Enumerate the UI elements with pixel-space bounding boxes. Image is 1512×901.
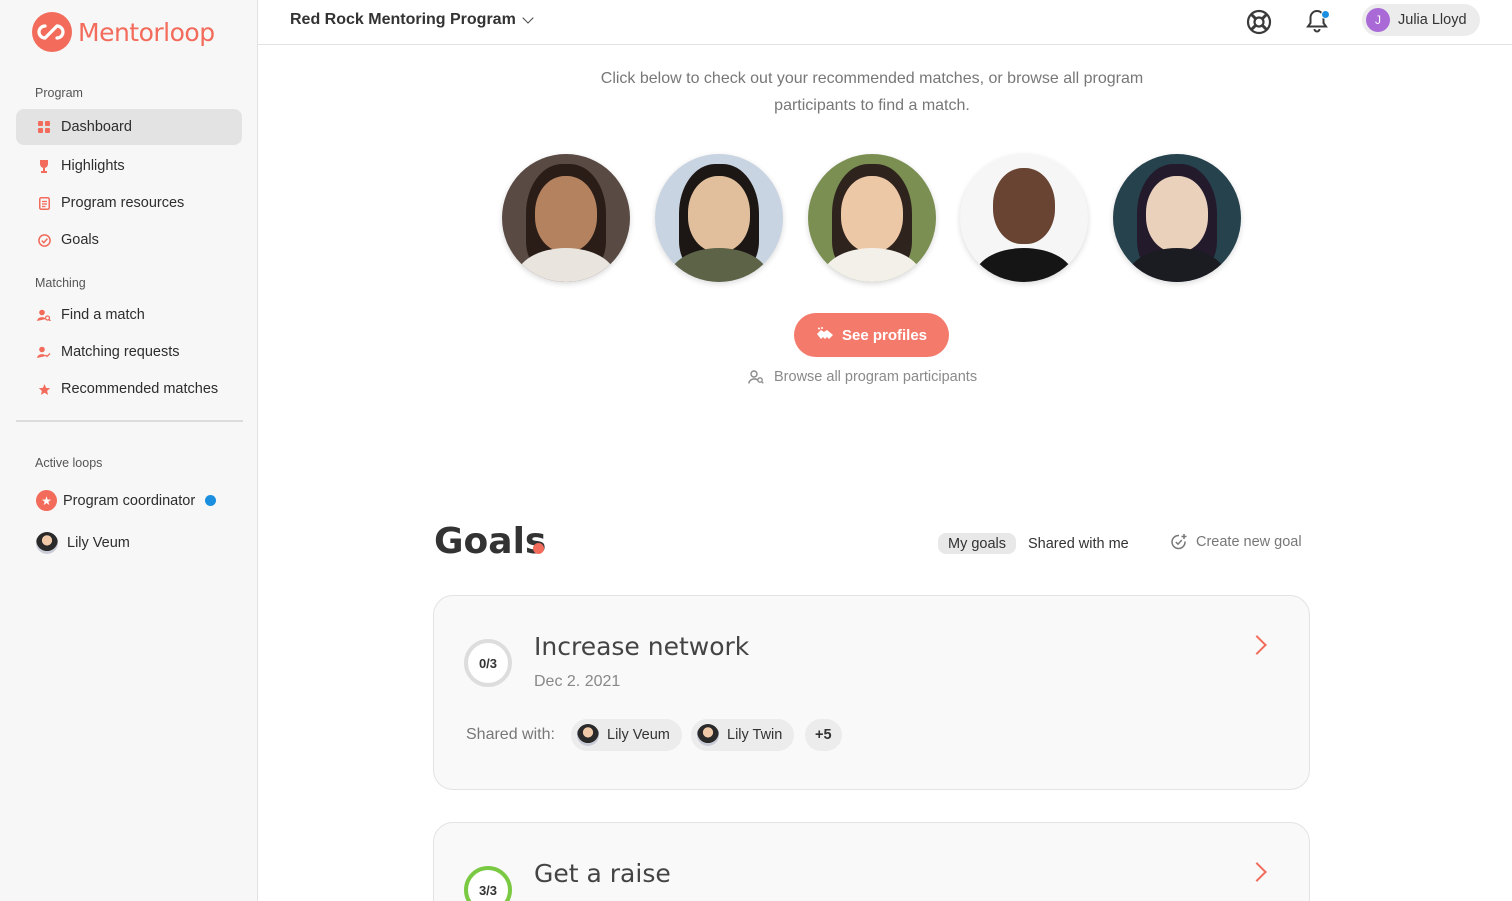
goal-title: Get a raise — [534, 859, 671, 888]
loop-item-program-coordinator[interactable]: ★ Program coordinator — [36, 490, 217, 511]
chevron-down-icon — [522, 11, 534, 24]
shared-user-name: Lily Veum — [607, 727, 670, 743]
tab-my-goals[interactable]: My goals — [938, 533, 1017, 554]
create-new-goal-label: Create new goal — [1196, 534, 1302, 550]
program-name: Red Rock Mentoring Program — [290, 11, 516, 28]
recommended-profile-avatar[interactable] — [502, 154, 630, 282]
browse-participants-link[interactable]: Browse all program participants — [748, 369, 977, 385]
top-bar: Red Rock Mentoring Program J Julia Lloyd — [258, 0, 1512, 45]
goal-progress-ring: 0/3 — [463, 638, 513, 688]
sidebar-item-label: Dashboard — [61, 119, 132, 135]
section-label-matching: Matching — [35, 276, 86, 290]
sidebar-item-goals[interactable]: Goals — [16, 222, 242, 258]
recommended-profile-avatar[interactable] — [1113, 154, 1241, 282]
help-lifebuoy-icon[interactable] — [1246, 9, 1272, 35]
goals-indicator-dot — [533, 543, 544, 554]
user-name: Julia Lloyd — [1398, 12, 1467, 28]
create-new-goal-button[interactable]: Create new goal — [1170, 533, 1302, 551]
chevron-right-icon[interactable] — [1247, 862, 1267, 882]
notification-bell-icon[interactable] — [1306, 9, 1330, 35]
trophy-icon — [37, 159, 51, 173]
sidebar-item-label: Highlights — [61, 158, 125, 174]
sidebar-divider — [16, 420, 243, 422]
sidebar-item-recommended-matches[interactable]: Recommended matches — [16, 371, 242, 407]
section-label-active-loops: Active loops — [35, 456, 103, 470]
sidebar-item-label: Recommended matches — [61, 381, 219, 397]
sidebar-item-matching-requests[interactable]: Matching requests — [16, 334, 242, 370]
document-icon — [37, 196, 51, 210]
goal-progress-label: 0/3 — [478, 655, 498, 671]
shared-more-chip[interactable]: +5 — [805, 719, 842, 751]
dashboard-icon — [37, 120, 51, 134]
avatar — [697, 724, 719, 746]
recommended-profile-avatar[interactable] — [960, 154, 1088, 282]
goal-date: Dec 2. 2021 — [534, 673, 621, 690]
recommended-profile-avatar[interactable] — [808, 154, 936, 282]
shared-user-chip[interactable]: Lily Veum — [571, 719, 682, 751]
sidebar-item-find-a-match[interactable]: Find a match — [16, 297, 242, 333]
avatar — [577, 724, 599, 746]
sidebar-item-dashboard[interactable]: Dashboard — [16, 109, 242, 145]
star-icon — [37, 382, 51, 396]
shared-user-chip[interactable]: Lily Twin — [691, 719, 795, 751]
sidebar-item-label: Program resources — [61, 195, 185, 211]
goals-heading: Goals — [434, 521, 547, 562]
shared-with-label: Shared with: — [466, 726, 555, 743]
sidebar-item-label: Find a match — [61, 307, 145, 323]
goal-progress-label: 3/3 — [478, 882, 498, 898]
star-badge-icon: ★ — [36, 490, 57, 511]
goal-title: Increase network — [534, 632, 750, 661]
user-avatar-initial: J — [1366, 8, 1390, 32]
see-profiles-button[interactable]: See profiles — [794, 313, 949, 357]
sidebar-item-program-resources[interactable]: Program resources — [16, 185, 242, 221]
loop-item-lily-veum[interactable]: Lily Veum — [36, 532, 130, 554]
brand-name: Mentorloop — [78, 17, 215, 47]
goal-check-icon — [37, 233, 51, 247]
add-goal-icon — [1170, 533, 1188, 551]
handshake-icon — [816, 327, 834, 343]
chevron-right-icon[interactable] — [1247, 635, 1267, 655]
browse-participants-label: Browse all program participants — [774, 369, 978, 385]
person-search-icon — [748, 370, 764, 384]
sidebar-item-highlights[interactable]: Highlights — [16, 148, 242, 184]
person-check-icon — [37, 345, 51, 359]
person-search-icon — [37, 308, 51, 322]
program-switcher[interactable]: Red Rock Mentoring Program — [290, 11, 534, 29]
tab-shared-with-me[interactable]: Shared with me — [1028, 533, 1129, 554]
see-profiles-label: See profiles — [841, 326, 928, 344]
unread-indicator — [205, 495, 217, 506]
recommended-profile-avatar[interactable] — [655, 154, 783, 282]
goal-card[interactable]: 0/3 Increase network Dec 2. 2021 Shared … — [433, 595, 1310, 790]
recommendations-intro: Click below to check out your recommende… — [600, 70, 1144, 114]
goal-card[interactable]: 3/3 Get a raise — [433, 822, 1310, 901]
loop-item-label: Lily Veum — [67, 535, 130, 551]
shared-user-name: Lily Twin — [727, 727, 783, 743]
loop-item-label: Program coordinator — [63, 492, 196, 509]
avatar — [36, 532, 58, 554]
sidebar: Mentorloop Program Dashboard Highlights … — [0, 0, 258, 901]
goal-progress-ring: 3/3 — [463, 865, 513, 901]
mentorloop-logo[interactable]: Mentorloop — [32, 12, 215, 52]
notification-badge — [1321, 10, 1330, 19]
sidebar-item-label: Goals — [61, 232, 99, 248]
user-menu[interactable]: J Julia Lloyd — [1362, 4, 1480, 36]
section-label-program: Program — [35, 86, 83, 100]
sidebar-item-label: Matching requests — [61, 344, 180, 360]
mentorloop-logo-icon — [32, 12, 72, 52]
